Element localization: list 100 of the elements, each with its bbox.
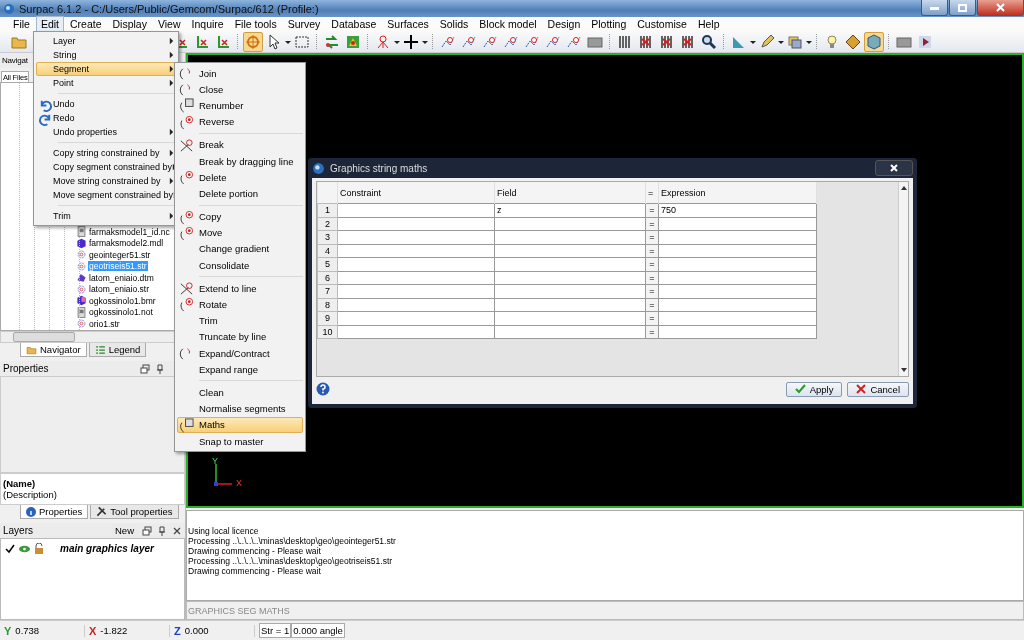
menu-bar-item[interactable]: Display [107,16,152,32]
file-name[interactable]: latom_eniaio.dtm [88,272,155,283]
menu-item[interactable]: Delete [177,169,303,186]
menu-item[interactable]: Move [177,224,303,241]
menu-bar-item[interactable]: Database [326,16,382,32]
log-line: Processing ..\..\..\..\minas\desktop\geo\geotriseis51.str [188,556,394,566]
menu-item[interactable]: Move string constrained by [36,174,176,188]
menu-bar-item[interactable]: Design [542,16,586,32]
submenu-arrow-icon [169,212,174,220]
menu-bar-item[interactable]: Create [65,16,107,32]
minimize-button[interactable] [921,0,948,16]
menu-item[interactable]: Segment [36,62,176,76]
close-button[interactable] [977,0,1024,16]
vertical-scrollbar[interactable] [898,182,908,376]
menu-item[interactable]: Break [177,136,303,153]
menu-bar-item[interactable]: Block model [474,16,542,32]
constraint-cell[interactable] [337,203,495,217]
crossed-lines-icon [179,281,194,297]
string-icon [76,249,87,261]
file-name[interactable]: ogkossinolo1.bmr [88,295,157,306]
menu-bar-item[interactable]: Plotting [586,16,632,32]
window-title: Surpac 6.1.2 - C:/Users/Public/Gemcom/Surpac/612 (Profile:) [19,2,319,15]
coordinate-label: Y [4,624,12,637]
float-icon[interactable] [142,525,152,536]
close-icon[interactable] [172,525,182,536]
menu-item[interactable]: Expand range [177,361,303,378]
apply-button[interactable]: Apply [785,381,843,397]
panel-tab[interactable]: Tool properties [90,505,179,519]
menu-item[interactable]: Point [36,76,176,90]
field-cell[interactable]: z [494,203,646,217]
lock-icon[interactable] [34,543,44,554]
file-name[interactable]: latom_eniaio.str [88,284,150,295]
menu-item[interactable]: Rotate [177,296,303,313]
menu-item[interactable]: Trim [177,312,303,329]
menu-bar-item[interactable]: Edit [35,16,64,32]
pin-icon[interactable] [157,525,167,536]
maximize-button[interactable] [949,0,976,16]
app-logo-icon [3,2,15,15]
check-icon [794,384,806,394]
close-button[interactable] [875,160,913,176]
menu-item[interactable]: Join [177,65,303,82]
menu-item[interactable]: Undo [36,97,176,111]
pin-icon[interactable] [155,363,165,374]
panel-title: Navigat [2,56,28,65]
coordinate-value: 0.000 [184,624,209,637]
cube-icon[interactable] [864,31,884,52]
expression-cell[interactable]: 750 [658,203,817,217]
menu-bar-item[interactable]: Survey [282,16,326,32]
menu-bar-item[interactable]: View [152,16,186,32]
arrow-up-icon[interactable] [900,186,907,190]
panel-tab[interactable]: Properties [20,505,89,519]
menu-item[interactable]: Copy [177,208,303,225]
log-line: Using local licence [188,526,260,536]
arrow-down-icon[interactable] [900,368,907,372]
menu-item[interactable]: Renumber [177,97,303,114]
menu-bar-item[interactable]: Inquire [186,16,229,32]
menu-bar-item[interactable]: Customise [632,16,692,32]
cancel-button[interactable]: Cancel [847,381,909,397]
menu-item[interactable]: Change gradient [177,240,303,258]
string-icon [76,283,87,295]
checkbox[interactable] [5,543,15,554]
menu-item[interactable]: Snap to master [177,432,303,450]
file-name[interactable]: orio1.str [88,318,121,329]
menu-item[interactable]: Break by dragging line [177,152,303,170]
close-icon [996,3,1005,12]
coordinate-label: X [89,624,97,637]
angle-value: 0.000 angle [291,623,345,638]
menu-bar-item[interactable]: File [8,16,35,32]
menu-bar-item[interactable]: Solids [434,16,474,32]
menu-item[interactable]: String [36,48,176,62]
arc-box-icon [179,98,194,114]
menu-bar-item[interactable]: Help [692,16,725,32]
minimize-icon [930,5,939,10]
menu-item[interactable]: Undo properties [36,125,176,139]
panel-tab[interactable]: Navigator [20,343,87,357]
menu-item[interactable]: Redo [36,111,176,125]
file-name[interactable]: farmaksmodel2.mdl [88,238,165,249]
file-name[interactable]: geointeger51.str [88,249,152,260]
menu-bar-item[interactable]: File tools [229,16,282,32]
menu-item[interactable]: Expand/Contract [177,345,303,362]
menu-item[interactable]: Extend to line [177,280,303,297]
file-name[interactable]: ogkossinolo1.not [88,307,154,318]
file-name[interactable]: farmaksmodel1_id.nc [88,226,171,237]
menu-item[interactable]: Reverse [177,113,303,130]
layer-name[interactable]: main graphics layer [60,543,154,554]
panel-tab[interactable]: Legend [88,343,147,357]
float-icon[interactable] [140,363,150,374]
menu-item[interactable]: Layer [36,34,176,48]
menu-item[interactable]: Truncate by line [177,328,303,345]
menu-item[interactable]: Maths [177,416,303,433]
help-icon[interactable] [316,382,330,396]
menu-bar-item[interactable]: Surfaces [382,16,434,32]
menu-item[interactable]: Close [177,81,303,98]
menu-item[interactable]: Consolidate [177,257,303,274]
eye-icon[interactable] [19,544,30,553]
menu-item[interactable]: Delete portion [177,185,303,202]
menu-item[interactable]: Copy string constrained by [36,146,176,160]
menu-item[interactable]: Trim [36,209,176,223]
menu-item[interactable]: Clean [177,384,303,401]
menu-item[interactable]: Normalise segments [177,400,303,417]
